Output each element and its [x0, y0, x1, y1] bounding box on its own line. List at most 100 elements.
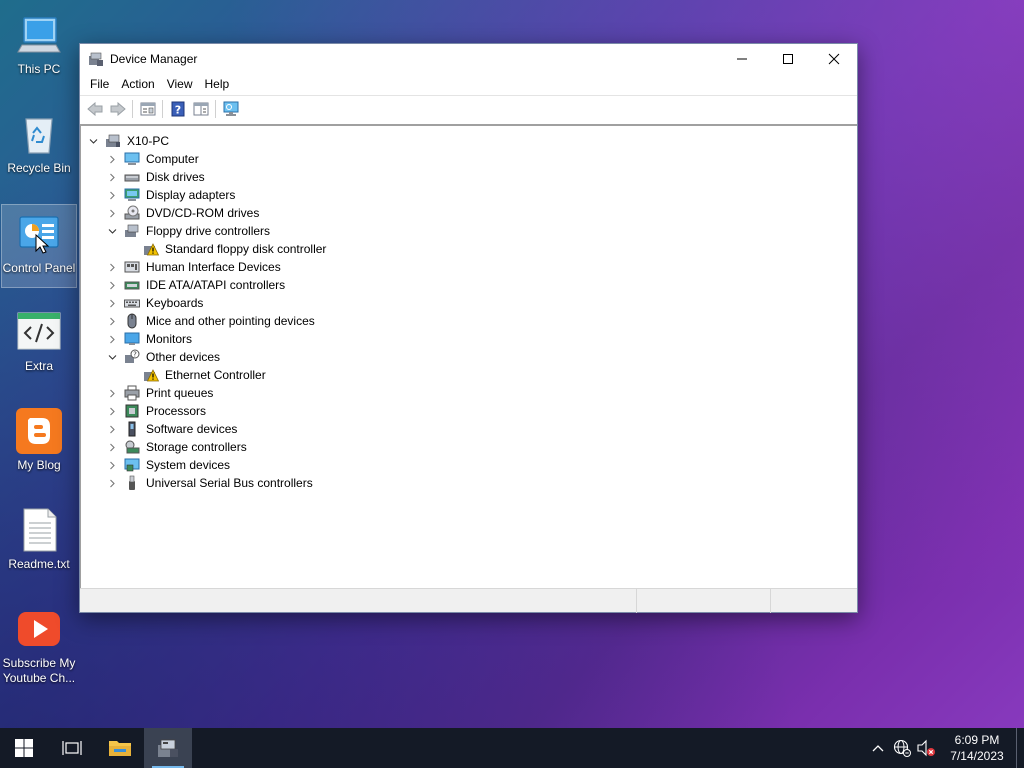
youtube-icon	[16, 606, 62, 652]
tree-node-label: Human Interface Devices	[146, 260, 281, 274]
tree-category-node[interactable]: Display adapters	[81, 186, 857, 204]
menu-view[interactable]: View	[161, 73, 199, 95]
chevron-right-icon[interactable]	[106, 258, 118, 276]
chevron-right-icon[interactable]	[106, 294, 118, 312]
properties-button[interactable]	[136, 98, 159, 120]
tree-child-node[interactable]: Standard floppy disk controller	[81, 240, 857, 258]
chevron-right-icon[interactable]	[106, 186, 118, 204]
chevron-right-icon[interactable]	[106, 402, 118, 420]
desktop-icon-control-panel[interactable]: Control Panel	[1, 204, 77, 288]
chevron-right-icon[interactable]	[106, 438, 118, 456]
chevron-right-icon[interactable]	[106, 168, 118, 186]
menu-help[interactable]: Help	[199, 73, 236, 95]
back-button[interactable]	[83, 98, 106, 120]
tree-category-node[interactable]: Mice and other pointing devices	[81, 312, 857, 330]
desktop-icon-label: Subscribe My Youtube Ch...	[2, 656, 76, 685]
chevron-right-icon[interactable]	[106, 150, 118, 168]
tree-category-node[interactable]: Human Interface Devices	[81, 258, 857, 276]
tree-category-node[interactable]: Floppy drive controllers	[81, 222, 857, 240]
tree-node-label: IDE ATA/ATAPI controllers	[146, 278, 286, 292]
chevron-right-icon[interactable]	[106, 312, 118, 330]
device-manager-window: Device Manager File Action View Help ? X…	[79, 43, 858, 613]
system-tray: 6:09 PM 7/14/2023	[866, 728, 1024, 768]
tree-node-label: Monitors	[146, 332, 193, 346]
chevron-right-icon[interactable]	[106, 204, 118, 222]
chevron-down-icon[interactable]	[106, 348, 118, 366]
chevron-down-icon[interactable]	[87, 132, 99, 150]
tree-category-node[interactable]: Computer	[81, 150, 857, 168]
task-view-button[interactable]	[48, 728, 96, 768]
desktop-icon-extra[interactable]: Extra	[1, 303, 77, 387]
file-explorer-button[interactable]	[96, 728, 144, 768]
tree-category-node[interactable]: ? Other devices	[81, 348, 857, 366]
desktop-icon-readme[interactable]: Readme.txt	[1, 501, 77, 585]
tree-node-label: Keyboards	[146, 296, 204, 310]
chevron-down-icon[interactable]	[106, 222, 118, 240]
tree-node-label: Other devices	[146, 350, 221, 364]
title-bar[interactable]: Device Manager	[80, 44, 857, 73]
tree-category-node[interactable]: Monitors	[81, 330, 857, 348]
tree-category-node[interactable]: Software devices	[81, 420, 857, 438]
show-hidden-icons-button[interactable]	[866, 728, 890, 768]
volume-button[interactable]	[914, 728, 938, 768]
tree-category-node[interactable]: System devices	[81, 456, 857, 474]
desktop-icon-this-pc[interactable]: This PC	[1, 6, 77, 90]
tree-category-node[interactable]: Keyboards	[81, 294, 857, 312]
desktop-icon-label: Recycle Bin	[7, 161, 71, 175]
help-button[interactable]: ?	[166, 98, 189, 120]
chevron-right-icon[interactable]	[106, 330, 118, 348]
status-bar	[80, 588, 857, 613]
menu-file[interactable]: File	[84, 73, 115, 95]
chevron-right-icon[interactable]	[106, 420, 118, 438]
speaker-muted-icon	[917, 739, 935, 757]
device-manager-taskbar-button[interactable]	[144, 728, 192, 768]
show-desktop-button[interactable]	[1016, 728, 1024, 768]
tree-child-node[interactable]: Ethernet Controller	[81, 366, 857, 384]
chevron-right-icon[interactable]	[106, 474, 118, 492]
back-arrow-icon	[86, 101, 102, 116]
network-globe-icon	[893, 739, 911, 757]
tree-category-node[interactable]: Disk drives	[81, 168, 857, 186]
tree-node-label: Storage controllers	[146, 440, 247, 454]
clock[interactable]: 6:09 PM 7/14/2023	[944, 732, 1010, 764]
chevron-right-icon[interactable]	[106, 456, 118, 474]
tree-root-node[interactable]: X10-PC	[81, 132, 857, 150]
desktop-icon-my-blog[interactable]: My Blog	[1, 402, 77, 486]
tree-category-node[interactable]: Storage controllers	[81, 438, 857, 456]
svg-text:?: ?	[133, 351, 137, 359]
chevron-right-icon[interactable]	[106, 276, 118, 294]
scan-hardware-button[interactable]	[219, 98, 242, 120]
start-button[interactable]	[0, 728, 48, 768]
tree-category-node[interactable]: Print queues	[81, 384, 857, 402]
status-pane	[771, 589, 857, 613]
monitor-icon	[124, 331, 140, 347]
tree-node-label: Universal Serial Bus controllers	[146, 476, 313, 490]
software-device-icon	[124, 421, 140, 437]
minimize-button[interactable]	[719, 44, 765, 73]
menu-action[interactable]: Action	[115, 73, 160, 95]
hid-icon	[124, 259, 140, 275]
show-hide-pane-button[interactable]	[189, 98, 212, 120]
forward-button[interactable]	[106, 98, 129, 120]
folder-icon	[109, 741, 131, 756]
tree-category-node[interactable]: IDE ATA/ATAPI controllers	[81, 276, 857, 294]
desktop-icon-label: Readme.txt	[8, 557, 70, 571]
usb-icon	[124, 475, 140, 491]
help-icon: ?	[171, 101, 184, 116]
chevron-up-icon	[872, 745, 884, 752]
close-button[interactable]	[811, 44, 857, 73]
network-button[interactable]	[890, 728, 914, 768]
tree-category-node[interactable]: Processors	[81, 402, 857, 420]
desktop-icon-label: Extra	[24, 359, 53, 373]
tree-category-node[interactable]: Universal Serial Bus controllers	[81, 474, 857, 492]
desktop-icon-recycle-bin[interactable]: Recycle Bin	[1, 105, 77, 189]
maximize-button[interactable]	[765, 44, 811, 73]
desktop-icon-youtube[interactable]: Subscribe My Youtube Ch...	[1, 600, 77, 686]
tree-node-label: Standard floppy disk controller	[165, 242, 327, 256]
chevron-right-icon[interactable]	[106, 384, 118, 402]
tree-node-label: Mice and other pointing devices	[146, 314, 315, 328]
desktop-icon-label: This PC	[17, 62, 61, 76]
tree-category-node[interactable]: DVD/CD-ROM drives	[81, 204, 857, 222]
mouse-icon	[124, 313, 140, 329]
